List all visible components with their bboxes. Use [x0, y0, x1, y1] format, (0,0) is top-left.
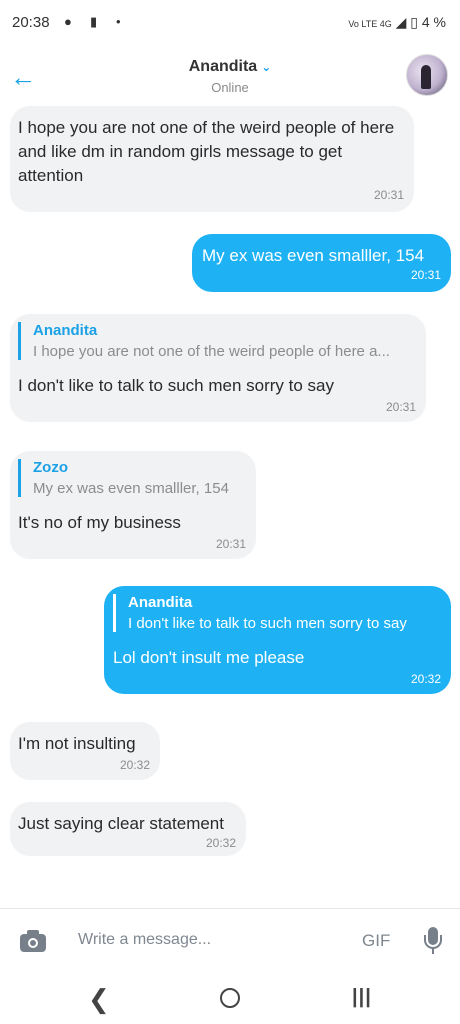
message-bubble-incoming[interactable]: Just saying clear statement 20:32: [10, 802, 246, 856]
system-navigation-bar: ❮ |||: [0, 972, 460, 1024]
message-bubble-outgoing[interactable]: My ex was even smalller, 154 20:31: [192, 234, 451, 292]
chat-notification-icon: ●: [64, 14, 72, 29]
message-time: 20:32: [410, 672, 441, 686]
microphone-icon[interactable]: [424, 927, 442, 955]
message-bubble-incoming[interactable]: I'm not insulting 20:32: [10, 722, 160, 780]
message-text: I don't like to talk to such men sorry t…: [18, 376, 334, 395]
reply-author: Anandita: [33, 322, 98, 339]
message-time: 20:31: [215, 537, 246, 551]
reply-quote[interactable]: Zozo My ex was even smalller, 154: [18, 459, 261, 497]
gif-button[interactable]: GIF: [362, 931, 390, 951]
message-time: 20:31: [385, 400, 416, 414]
nav-recents-icon[interactable]: |||: [352, 986, 372, 1009]
more-notifications-icon: •: [116, 14, 121, 29]
message-time: 20:32: [119, 758, 150, 772]
presence-status: Online: [211, 80, 249, 95]
message-text: Just saying clear statement: [18, 814, 224, 833]
message-time: 20:32: [205, 836, 236, 850]
message-text: I'm not insulting: [18, 734, 136, 753]
camera-icon[interactable]: [18, 929, 48, 953]
status-right: Vo LTE 4G ◢ ▯ 4 %: [348, 14, 446, 31]
message-bubble-outgoing[interactable]: Anandita I don't like to talk to such me…: [104, 586, 451, 694]
reply-quote[interactable]: Anandita I don't like to talk to such me…: [113, 594, 456, 632]
status-time: 20:38: [12, 14, 50, 31]
nav-home-icon[interactable]: [220, 988, 240, 1008]
chevron-down-icon: ⌄: [261, 60, 272, 74]
reply-text: My ex was even smalller, 154: [33, 480, 229, 497]
battery-level: 4 %: [421, 14, 446, 30]
message-text: It's no of my business: [18, 513, 181, 532]
chat-header: ← Anandita ⌄ Online: [0, 48, 460, 108]
message-text: My ex was even smalller, 154: [202, 246, 425, 265]
avatar[interactable]: [406, 54, 448, 96]
message-text: I hope you are not one of the weird peop…: [18, 118, 395, 185]
contact-name-row[interactable]: Anandita ⌄: [0, 58, 460, 76]
message-bubble-incoming[interactable]: Anandita I hope you are not one of the w…: [10, 314, 426, 422]
reply-quote[interactable]: Anandita I hope you are not one of the w…: [18, 322, 413, 360]
reply-author: Anandita: [128, 594, 193, 611]
alert-notification-icon: ▮: [90, 14, 98, 29]
message-input[interactable]: Write a message...: [78, 931, 211, 949]
reply-author: Zozo: [33, 459, 68, 476]
network-indicator: Vo LTE 4G: [348, 19, 392, 29]
message-time: 20:31: [410, 268, 441, 282]
signal-icon: ◢: [395, 14, 407, 30]
message-time: 20:31: [373, 188, 404, 202]
status-bar: 20:38 ● ▮ • Vo LTE 4G ◢ ▯ 4 %: [0, 0, 460, 46]
message-bubble-incoming[interactable]: I hope you are not one of the weird peop…: [10, 106, 414, 212]
battery-icon: ▯: [410, 14, 418, 30]
reply-text: I don't like to talk to such men sorry t…: [128, 615, 407, 632]
message-text: Lol don't insult me please: [113, 648, 305, 667]
nav-back-icon[interactable]: ❮: [88, 984, 110, 1015]
message-composer: Write a message... GIF: [0, 908, 460, 973]
reply-text: I hope you are not one of the weird peop…: [33, 343, 390, 360]
contact-name: Anandita: [188, 58, 258, 75]
message-bubble-incoming[interactable]: Zozo My ex was even smalller, 154 It's n…: [10, 451, 256, 559]
